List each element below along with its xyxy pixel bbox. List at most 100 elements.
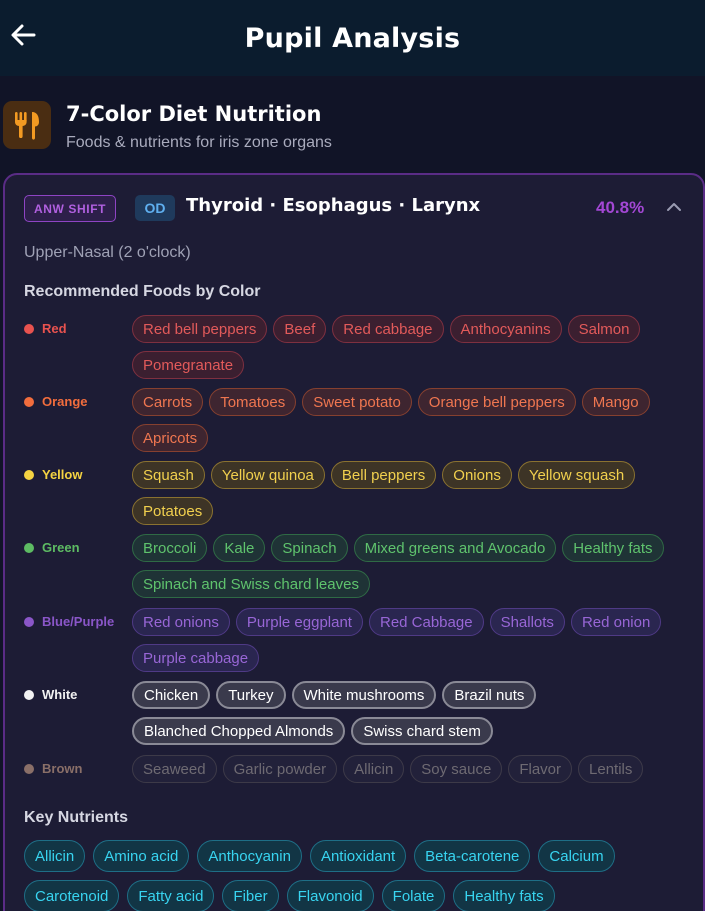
chevron-up-icon <box>667 203 681 211</box>
food-chips: Squash Yellow quinoa Bell peppers Onions… <box>132 461 692 525</box>
food-chip[interactable]: Shallots <box>489 608 565 636</box>
food-chip[interactable]: Onions <box>442 461 512 489</box>
food-chip[interactable]: Allicin <box>343 755 405 783</box>
organ-zone-card: ANW SHIFT OD Thyroid · Esophagus · Laryn… <box>3 173 705 911</box>
yellow-dot-icon <box>24 469 34 480</box>
food-chip[interactable]: Apricots <box>132 424 209 452</box>
organ-title: Thyroid · Esophagus · Larynx <box>186 195 481 216</box>
purple-dot-icon <box>24 616 34 627</box>
color-name: Orange <box>42 394 88 409</box>
food-chip[interactable]: Garlic powder <box>222 755 338 783</box>
nutrient-chip[interactable]: Folate <box>381 880 446 911</box>
food-chips: Seaweed Garlic powder Allicin Soy sauce … <box>132 755 692 783</box>
page-title: Pupil Analysis <box>244 22 461 54</box>
color-name: Yellow <box>42 467 83 482</box>
color-label-brown: Brown <box>24 761 134 776</box>
nutrient-chip[interactable]: Amino acid <box>93 840 190 872</box>
color-name: Blue/Purple <box>42 614 115 629</box>
food-chip[interactable]: Tomatoes <box>209 388 297 416</box>
food-chips: Chicken Turkey White mushrooms Brazil nu… <box>132 681 692 745</box>
nutrient-chip[interactable]: Fiber <box>222 880 279 911</box>
food-chip[interactable]: Red bell peppers <box>132 315 268 343</box>
nutrient-chip[interactable]: Anthocyanin <box>197 840 302 872</box>
food-chip[interactable]: Purple eggplant <box>235 608 363 636</box>
food-chip[interactable]: Healthy fats <box>562 534 664 562</box>
nutrient-chips: Allicin Amino acid Anthocyanin Antioxida… <box>24 840 694 911</box>
food-chips: Broccoli Kale Spinach Mixed greens and A… <box>132 534 692 598</box>
card-header[interactable]: ANW SHIFT OD Thyroid · Esophagus · Laryn… <box>24 193 684 223</box>
food-chip[interactable]: White mushrooms <box>291 681 437 709</box>
eye-tag: OD <box>135 195 175 221</box>
nutrient-chip[interactable]: Allicin <box>24 840 86 872</box>
red-dot-icon <box>24 323 34 334</box>
color-label-blue-purple: Blue/Purple <box>24 614 134 629</box>
food-chip[interactable]: Mango <box>581 388 650 416</box>
food-chip[interactable]: Broccoli <box>132 534 208 562</box>
white-dot-icon <box>24 689 34 700</box>
nutrient-chip[interactable]: Beta-carotene <box>414 840 531 872</box>
green-dot-icon <box>24 542 34 553</box>
food-chip[interactable]: Seaweed <box>132 755 217 783</box>
food-chip[interactable]: Brazil nuts <box>442 681 537 709</box>
food-chip[interactable]: Blanched Chopped Almonds <box>132 717 346 745</box>
section-subtitle: Foods & nutrients for iris zone organs <box>66 134 332 151</box>
food-chip[interactable]: Purple cabbage <box>132 644 260 672</box>
color-label-green: Green <box>24 540 134 555</box>
food-chip[interactable]: Carrots <box>132 388 204 416</box>
nutrient-chip[interactable]: Calcium <box>538 840 615 872</box>
nutrient-chip[interactable]: Antioxidant <box>309 840 407 872</box>
food-chip[interactable]: Red onions <box>132 608 230 636</box>
food-chip[interactable]: Squash <box>132 461 205 489</box>
nutrient-chip[interactable]: Carotenoid <box>24 880 120 911</box>
color-label-yellow: Yellow <box>24 467 134 482</box>
food-chip[interactable]: Pomegranate <box>132 351 245 379</box>
utensils-icon <box>3 101 51 149</box>
food-chips: Red bell peppers Beef Red cabbage Anthoc… <box>132 315 692 379</box>
food-chip[interactable]: Kale <box>213 534 266 562</box>
color-name: Green <box>42 540 80 555</box>
back-button[interactable] <box>8 18 38 52</box>
food-chip[interactable]: Orange bell peppers <box>417 388 576 416</box>
food-chip[interactable]: Chicken <box>132 681 211 709</box>
nutrient-chip[interactable]: Flavonoid <box>286 880 374 911</box>
zone-percent: 40.8% <box>596 198 645 217</box>
color-label-red: Red <box>24 321 134 336</box>
food-chip[interactable]: Lentils <box>578 755 644 783</box>
brown-dot-icon <box>24 763 34 774</box>
food-chip[interactable]: Potatoes <box>132 497 214 525</box>
food-chips: Red onions Purple eggplant Red Cabbage S… <box>132 608 692 672</box>
food-chip[interactable]: Mixed greens and Avocado <box>353 534 557 562</box>
food-chip[interactable]: Red cabbage <box>332 315 444 343</box>
color-label-white: White <box>24 687 134 702</box>
section-title: 7-Color Diet Nutrition <box>66 102 322 126</box>
color-name: White <box>42 687 78 702</box>
arrow-left-icon <box>11 24 36 46</box>
food-chip[interactable]: Soy sauce <box>410 755 503 783</box>
nutrient-chip[interactable]: Healthy fats <box>453 880 555 911</box>
food-chip[interactable]: Spinach <box>271 534 348 562</box>
section-header: 7-Color Diet Nutrition Foods & nutrients… <box>3 100 703 160</box>
foods-heading: Recommended Foods by Color <box>24 283 261 300</box>
food-chip[interactable]: Sweet potato <box>302 388 412 416</box>
nutrient-chip[interactable]: Fatty acid <box>127 880 215 911</box>
food-chip[interactable]: Spinach and Swiss chard leaves <box>132 570 370 598</box>
color-name: Red <box>42 321 67 336</box>
color-name: Brown <box>42 761 83 776</box>
food-chip[interactable]: Yellow squash <box>517 461 636 489</box>
food-chip[interactable]: Turkey <box>216 681 286 709</box>
nutrients-heading: Key Nutrients <box>24 809 129 826</box>
food-chip[interactable]: Beef <box>273 315 327 343</box>
food-chip[interactable]: Anthocyanins <box>449 315 562 343</box>
food-chip[interactable]: Red onion <box>570 608 662 636</box>
food-chip[interactable]: Swiss chard stem <box>351 717 493 745</box>
food-chip[interactable]: Yellow quinoa <box>210 461 325 489</box>
food-chip[interactable]: Flavor <box>508 755 573 783</box>
food-chip[interactable]: Bell peppers <box>330 461 437 489</box>
orange-dot-icon <box>24 396 34 407</box>
food-chips: Carrots Tomatoes Sweet potato Orange bel… <box>132 388 692 452</box>
shift-tag: ANW SHIFT <box>24 195 117 222</box>
top-app-bar: Pupil Analysis <box>0 0 705 76</box>
collapse-button[interactable] <box>664 197 684 217</box>
food-chip[interactable]: Salmon <box>567 315 641 343</box>
food-chip[interactable]: Red Cabbage <box>368 608 484 636</box>
